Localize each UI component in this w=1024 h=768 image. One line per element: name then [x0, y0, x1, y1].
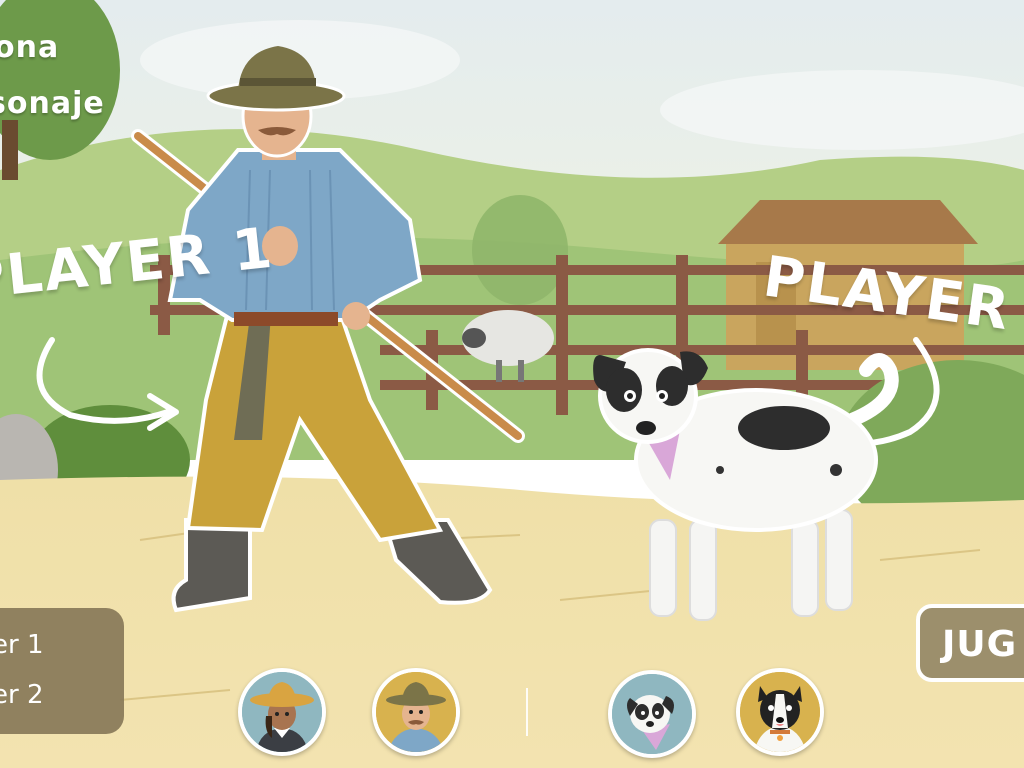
avatar-dog-bandana[interactable] [608, 670, 696, 758]
play-button[interactable]: JUG [916, 604, 1024, 682]
legend-player2[interactable]: er 2 [0, 680, 44, 710]
girl-portrait-icon [242, 672, 322, 752]
avatar-border-collie[interactable] [736, 668, 824, 756]
title-line-2: sonaje [0, 86, 105, 121]
avatar-divider [526, 688, 528, 736]
avatar-girl-with-hat[interactable] [238, 668, 326, 756]
play-button-label: JUG [942, 624, 1018, 665]
dog-portrait-icon [612, 674, 692, 754]
farm-scene [0, 0, 1024, 768]
ground [0, 476, 1024, 768]
legend-player1[interactable]: er 1 [0, 630, 44, 660]
collie-portrait-icon [740, 672, 820, 752]
legend-panel-clip: er 1 er 2 [0, 608, 124, 734]
legend-panel [0, 608, 124, 734]
avatar-farmer[interactable] [372, 668, 460, 756]
farmer-portrait-icon [376, 672, 456, 752]
title-line-1: ona [0, 30, 60, 65]
